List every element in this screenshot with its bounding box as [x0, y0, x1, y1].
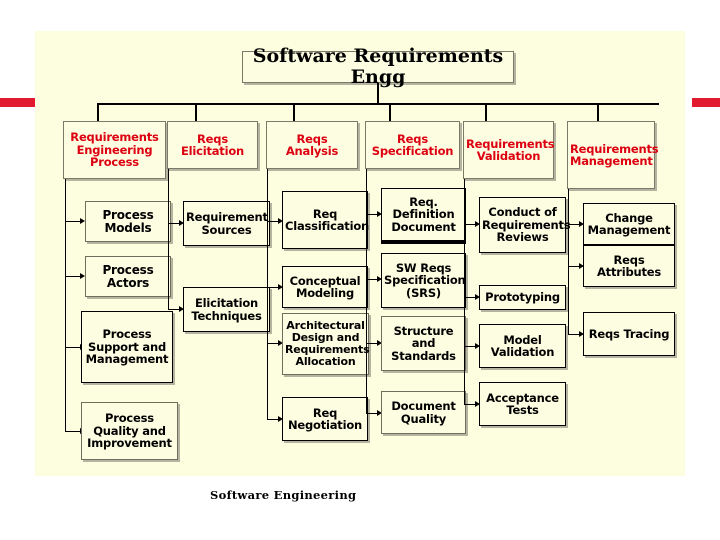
node-conduct-of-requirements-reviews[interactable]: Conduct of Requirements Reviews — [479, 197, 571, 253]
node-label: Req Classification — [285, 206, 370, 233]
node-conceptual-modeling[interactable]: Conceptual Modeling — [282, 266, 368, 308]
bus-drop-5 — [485, 103, 487, 121]
column-header-label: Reqs Analysis — [285, 131, 339, 158]
node-label: Requirement Sources — [186, 210, 268, 237]
node-reqs-tracing[interactable]: Reqs Tracing — [583, 312, 675, 356]
column-header-requirements-engineering-process[interactable]: Requirements Engineering Process — [63, 121, 166, 179]
node-label: SW Reqs Specification (SRS) — [384, 260, 466, 300]
node-label: Change Management — [587, 210, 671, 237]
node-label: Prototyping — [485, 290, 560, 305]
column-5-spine — [464, 179, 466, 404]
column-header-label: Reqs Specification — [371, 131, 454, 158]
title-trunk-line — [377, 83, 379, 104]
bus-drop-4 — [389, 103, 391, 121]
node-req-definition-document[interactable]: Req. Definition Document — [381, 188, 466, 241]
bus-drop-2 — [195, 103, 197, 121]
node-label: Structure and Standards — [391, 323, 456, 363]
node-process-models[interactable]: Process Models — [85, 201, 171, 242]
node-requirement-sources[interactable]: Requirement Sources — [183, 201, 270, 246]
top-bus-line — [97, 103, 659, 105]
node-label: Process Support and Management — [85, 327, 169, 367]
diagram-title: Software Requirements Engg — [252, 45, 504, 88]
column-header-reqs-specification[interactable]: Reqs Specification — [365, 121, 460, 169]
node-process-quality-and-improvement[interactable]: Process Quality and Improvement — [81, 402, 178, 460]
node-document-quality[interactable]: Document Quality — [381, 391, 466, 434]
column-4-spine — [366, 169, 368, 413]
node-label: Elicitation Techniques — [191, 296, 262, 323]
column-2-spine — [168, 169, 170, 309]
node-elicitation-techniques[interactable]: Elicitation Techniques — [183, 287, 270, 332]
column-1-spine — [65, 179, 67, 431]
node-prototyping[interactable]: Prototyping — [479, 285, 566, 310]
right-accent-bar — [692, 98, 720, 107]
node-label: Reqs Tracing — [588, 326, 670, 341]
node-req-negotiation[interactable]: Req Negotiation — [282, 397, 368, 441]
column-header-label: Requirements Validation — [466, 136, 555, 163]
node-process-actors[interactable]: Process Actors — [85, 256, 171, 297]
node-label: Document Quality — [391, 399, 456, 426]
column-header-requirements-management[interactable]: Requirements Management — [567, 121, 659, 189]
node-label: Process Models — [102, 207, 154, 235]
column-header-reqs-analysis[interactable]: Reqs Analysis — [266, 121, 358, 169]
diagram-title-box: Software Requirements Engg — [242, 46, 514, 87]
left-accent-bar — [0, 98, 38, 107]
node-architectural-design-and-requirements-allocation[interactable]: Architectural Design and Requirements Al… — [282, 313, 370, 375]
node-acceptance-tests[interactable]: Acceptance Tests — [479, 382, 566, 426]
node-reqs-attributes[interactable]: Reqs Attributes — [583, 245, 675, 287]
node-label: Process Actors — [102, 262, 154, 290]
node-change-management[interactable]: Change Management — [583, 203, 675, 245]
column-3-spine — [267, 169, 269, 419]
node-sw-reqs-specification-srs[interactable]: SW Reqs Specification (SRS) — [381, 253, 466, 308]
node-process-support-and-management[interactable]: Process Support and Management — [81, 311, 173, 383]
column-header-reqs-elicitation[interactable]: Reqs Elicitation — [167, 121, 258, 169]
node-req-classification[interactable]: Req Classification — [282, 191, 370, 249]
node-label: Acceptance Tests — [486, 390, 559, 417]
node-label: Process Quality and Improvement — [87, 411, 172, 451]
node-label: Model Validation — [490, 332, 555, 359]
bus-drop-6 — [597, 103, 599, 121]
column-header-label: Requirements Engineering Process — [70, 130, 159, 170]
node-model-validation[interactable]: Model Validation — [479, 324, 566, 368]
slide-panel: Software Requirements Engg Requirements … — [35, 31, 685, 476]
node-label: Reqs Attributes — [596, 252, 662, 279]
node-label: Req. Definition Document — [391, 194, 456, 234]
bus-drop-1 — [97, 103, 99, 121]
column-header-label: Requirements Management — [570, 141, 659, 168]
node-label: Req Negotiation — [287, 405, 363, 432]
node-label: Architectural Design and Requirements Al… — [285, 319, 370, 368]
column-header-requirements-validation[interactable]: Requirements Validation — [463, 121, 555, 179]
column-6-spine — [568, 189, 570, 334]
bus-drop-3 — [293, 103, 295, 121]
node-label: Conceptual Modeling — [289, 273, 361, 300]
column-header-label: Reqs Elicitation — [180, 131, 245, 158]
footer-text: Software Engineering — [210, 488, 357, 502]
node-structure-and-standards[interactable]: Structure and Standards — [381, 316, 466, 371]
node-label: Conduct of Requirements Reviews — [482, 205, 571, 245]
